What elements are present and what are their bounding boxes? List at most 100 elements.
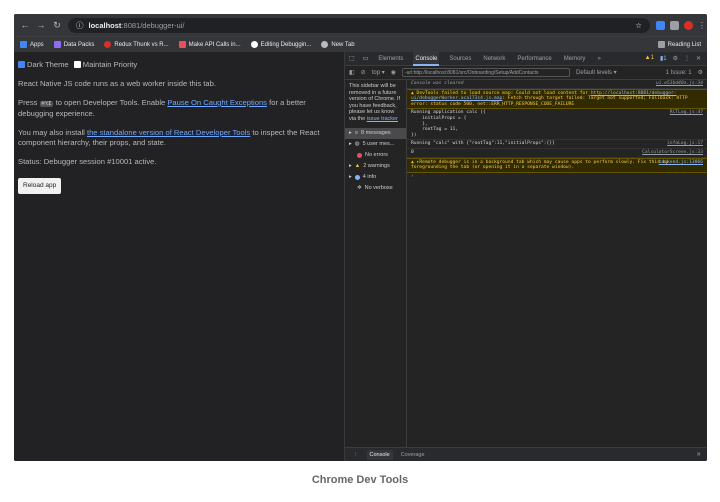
devtools-drawer: ⋮ Console Coverage ✕ [345,447,707,461]
tab-sources[interactable]: Sources [447,52,473,66]
bookmark-item[interactable]: Redux Thunk vs R... [104,41,169,48]
bookmarks-bar: Apps Data Packs Redux Thunk vs R... Make… [14,36,707,52]
sidebar-item-messages[interactable]: ▸ ≡ 8 messages [345,128,406,139]
chevron-right-icon: ▸ [349,163,352,170]
sidebar-item-user-messages[interactable]: ▸ ◍ 5 user mes... [349,139,402,150]
figure-caption: Chrome Dev Tools [311,474,409,486]
tab-performance[interactable]: Performance [515,52,553,66]
bookmark-item[interactable]: Apps [20,41,44,48]
list-icon: ≡ [354,130,358,137]
warning-icon: ▲ [354,163,361,170]
browser-window: ← → ↻ ⓘ localhost:8081/debugger-ui/ ☆ ⋮ … [14,14,707,461]
devtools-panel: ⬚ ▭ Elements Console Sources Network Per… [345,51,707,461]
extension-icon[interactable] [656,20,665,30]
source-link[interactable]: infoLog.js:17 [667,141,703,147]
console-message: Console was cleared ui.e53bd40a.js:34 [407,80,707,89]
standalone-devtools-link[interactable]: the standalone version of React Develope… [87,128,250,137]
context-select[interactable]: top ▾ [372,69,385,76]
menu-icon[interactable]: ⋮ [698,21,706,30]
close-icon[interactable]: ✕ [696,55,701,62]
source-link[interactable]: CalculatorScreen.js:33 [642,150,703,156]
bookmark-item[interactable]: Make API Calls in... [178,41,241,48]
puzzle-icon[interactable] [670,20,679,30]
user-icon: ◍ [354,141,360,148]
pause-on-exceptions-link[interactable]: Pause On Caught Exceptions [167,98,267,107]
gear-icon[interactable]: ⚙ [673,55,678,62]
issue-tracker-link[interactable]: issue tracker [367,116,398,122]
drawer-tab-console[interactable]: Console [366,449,393,460]
url-host: localhost [88,20,122,30]
info-count-icon[interactable]: ▮1 [660,55,667,62]
globe-icon [321,41,329,48]
inspect-icon[interactable]: ⬚ [349,55,355,62]
browser-toolbar: ← → ↻ ⓘ localhost:8081/debugger-ui/ ☆ ⋮ [14,14,707,36]
bookmark-item[interactable]: New Tab [321,41,355,48]
sidebar-item-verbose[interactable]: ✲ No verbose [349,183,402,194]
tab-network[interactable]: Network [481,52,507,66]
eye-icon[interactable]: ◉ [391,69,396,76]
sidebar-toggle-icon[interactable]: ◧ [349,69,355,76]
bookmark-icon [53,41,61,48]
chevron-right-icon: ▸ [349,174,352,181]
status-text: Status: Debugger session #10001 active. [18,157,157,166]
console-message: Running application calc ({ initialProps… [407,109,707,141]
shortcut-key: ⌘⌥I [39,101,54,107]
info-icon: ⓘ [76,20,84,30]
dark-theme-checkbox[interactable] [18,61,25,68]
sidebar-item-info[interactable]: ▸ 4 info [349,172,402,183]
heart-icon [178,41,186,48]
forward-icon[interactable]: → [36,20,46,30]
devtools-hint: Press ⌘⌥I to open Developer Tools. Enabl… [18,98,306,118]
devtools-actions: ▲1 ▮1 ⚙ ⋮ ✕ [645,55,707,62]
tab-console[interactable]: Console [413,51,440,66]
console-prompt[interactable]: › [407,173,707,181]
console-settings-icon[interactable]: ⚙ [698,69,703,76]
maintain-priority-label: Maintain Priority [82,60,138,69]
url-path: :8081/debugger-ui/ [121,20,185,30]
console-log: Console was cleared ui.e53bd40a.js:34 ▲ D… [407,80,707,447]
reload-app-button[interactable]: Reload app [18,178,62,194]
source-link[interactable]: RCTLog.js:47 [670,110,703,116]
kebab-menu-icon[interactable]: ⋮ [684,55,690,62]
sidebar-item-errors[interactable]: No errors [349,150,402,161]
source-link[interactable]: ui.e53bd40a.js:34 [656,81,703,87]
tab-memory[interactable]: Memory [562,52,588,66]
close-drawer-icon[interactable]: ✕ [696,452,707,458]
console-area: This sidebar will be removed in a future… [345,80,707,447]
console-warning: ▲ DevTools failed to load source map: Co… [407,88,707,110]
drawer-tab-coverage[interactable]: Coverage [401,452,425,458]
console-toolbar: ◧ ⊘ top ▾ ◉ -url:http://localhost:8081/s… [345,66,707,80]
back-icon[interactable]: ← [20,20,30,30]
console-sidebar: This sidebar will be removed in a future… [345,80,407,447]
levels-select[interactable]: Default levels ▾ [576,69,617,76]
console-message: Running "calc" with {"rootTag":11,"initi… [407,140,707,149]
address-bar[interactable]: ⓘ localhost:8081/debugger-ui/ ☆ [68,17,650,33]
drawer-menu-icon[interactable]: ⋮ [353,452,359,458]
profile-avatar[interactable] [684,20,693,30]
reload-icon[interactable]: ↻ [52,20,62,31]
console-filter-input[interactable]: -url:http://localhost:8081/src/Onboardin… [401,68,570,77]
more-tabs-button[interactable]: » [595,52,602,66]
warning-icon[interactable]: ▲1 [645,55,654,62]
star-icon[interactable]: ☆ [635,21,642,30]
info-icon [354,175,360,180]
devtools-tabs: ⬚ ▭ Elements Console Sources Network Per… [345,51,707,66]
bug-icon: ✲ [357,185,362,192]
clear-console-icon[interactable]: ⊘ [361,69,366,76]
chevron-right-icon: ▸ [349,130,352,137]
console-message: 0 CalculatorScreen.js:33 [407,149,707,158]
device-toolbar-icon[interactable]: ▭ [363,55,369,62]
maintain-priority-checkbox[interactable] [73,61,81,68]
console-warning: ▲ ▸Remote debugger is in a background ta… [407,157,707,173]
dark-theme-label: Dark Theme [27,60,69,69]
error-icon [357,153,362,158]
bookmark-item[interactable]: Data Packs [53,41,94,48]
issues-badge[interactable]: 1 Issue: 1 [666,70,692,76]
bookmark-icon [250,41,258,48]
bookmark-item[interactable]: Editing Debuggin... [250,41,311,48]
tab-elements[interactable]: Elements [376,52,405,66]
extensions: ⋮ [656,20,706,30]
sidebar-item-warnings[interactable]: ▸ ▲ 2 warnings [349,161,402,172]
source-link[interactable]: backend.js:13866 [659,160,703,166]
reading-list[interactable]: Reading List [657,41,701,48]
